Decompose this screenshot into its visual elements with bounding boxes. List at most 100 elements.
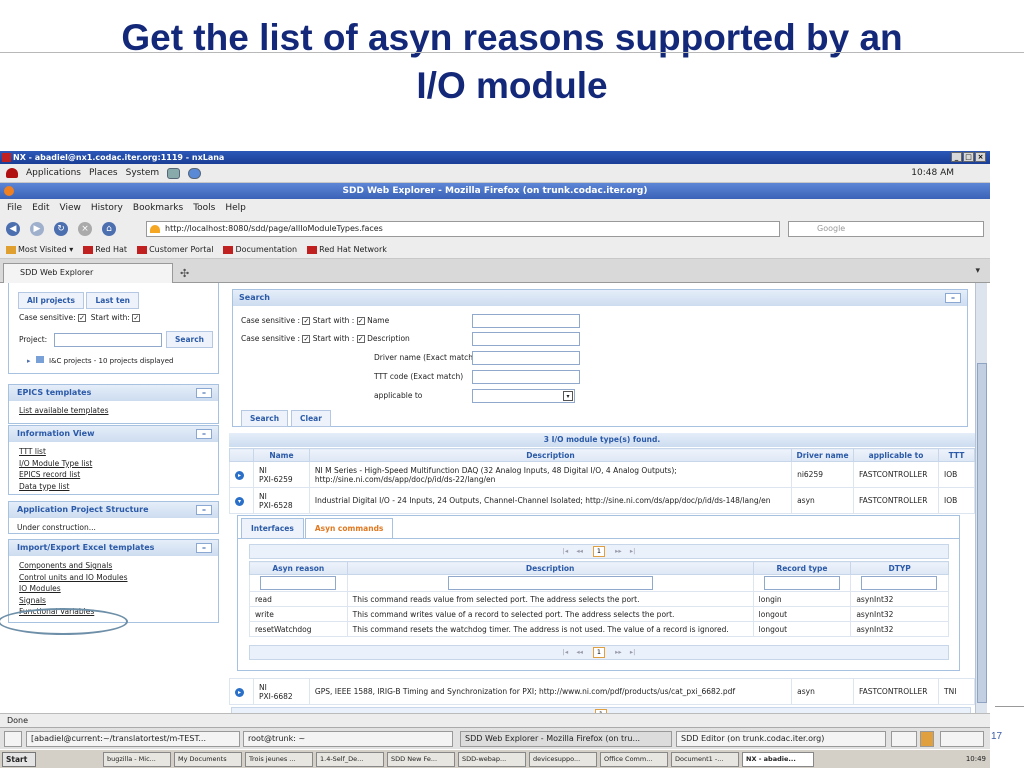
- menu-edit[interactable]: Edit: [32, 203, 49, 213]
- win-task-nx[interactable]: NX - abadie...: [742, 752, 814, 767]
- start-button[interactable]: Start: [2, 752, 36, 767]
- win-task-office-comm[interactable]: Office Comm...: [600, 752, 668, 767]
- scrollbar-thumb[interactable]: [977, 363, 987, 703]
- table-row[interactable]: ▸ NI PXI-6259 NI M Series - High-Speed Mu…: [229, 461, 975, 488]
- ttt-input[interactable]: [472, 370, 580, 384]
- search-button[interactable]: Search: [241, 410, 289, 427]
- task-firefox[interactable]: SDD Web Explorer - Mozilla Firefox (on t…: [460, 731, 672, 747]
- project-search-button[interactable]: Search: [165, 331, 214, 348]
- stop-icon[interactable]: ×: [78, 222, 92, 236]
- browser-launcher-icon[interactable]: [188, 167, 202, 179]
- next-page-icon[interactable]: ▸▸: [615, 547, 622, 555]
- next-page-icon[interactable]: ▸▸: [615, 648, 622, 656]
- win-task-my-documents[interactable]: My Documents: [174, 752, 242, 767]
- table-row[interactable]: ▾ NI PXI-6528 Industrial Digital I/O - 24…: [229, 487, 975, 514]
- signals-link[interactable]: Signals: [19, 595, 208, 607]
- win-task-sdd-new[interactable]: SDD New Fe...: [387, 752, 455, 767]
- column-description[interactable]: Description: [308, 448, 793, 462]
- projects-tree-item[interactable]: I&C projects - 10 projects displayed: [49, 357, 173, 365]
- windows-clock[interactable]: 10:49: [966, 752, 986, 767]
- last-ten-button[interactable]: Last ten: [86, 292, 139, 309]
- first-page-icon[interactable]: |◂: [563, 547, 568, 555]
- tree-expand-icon[interactable]: ▸: [27, 357, 31, 365]
- minimize-icon[interactable]: _: [951, 152, 962, 162]
- forward-icon[interactable]: ▶: [30, 222, 44, 236]
- url-bar[interactable]: http://localhost:8080/sdd/page/allIoModu…: [146, 221, 780, 237]
- all-projects-button[interactable]: All projects: [18, 292, 84, 309]
- workspace-switcher[interactable]: [940, 731, 984, 747]
- table-row[interactable]: read This command reads value from selec…: [249, 591, 949, 607]
- name-start-with-checkbox[interactable]: ✓: [356, 317, 365, 325]
- column-record-type[interactable]: Record type: [752, 561, 852, 575]
- tab-asyn-commands[interactable]: Asyn commands: [304, 518, 394, 538]
- components-signals-link[interactable]: Components and Signals: [19, 560, 208, 572]
- expand-row-icon[interactable]: ▸: [235, 687, 244, 697]
- table-row[interactable]: ▸ NI PXI-6682 GPS, IEEE 1588, IRIG-B Timi…: [229, 678, 975, 705]
- last-page-icon[interactable]: ▸|: [630, 648, 635, 656]
- web-search-input[interactable]: Google: [788, 221, 984, 237]
- column-ttt[interactable]: TTT: [938, 448, 975, 462]
- collapse-icon[interactable]: –: [945, 293, 961, 303]
- close-icon[interactable]: ×: [975, 152, 986, 162]
- table-row[interactable]: resetWatchdog This command resets the wa…: [249, 621, 949, 637]
- project-search-input[interactable]: [53, 333, 162, 347]
- dtyp-filter[interactable]: [861, 576, 938, 590]
- new-tab-icon[interactable]: ✣: [180, 267, 189, 280]
- applicable-select[interactable]: ▾: [472, 389, 575, 403]
- win-task-bugzilla[interactable]: bugzilla - Mic...: [103, 752, 171, 767]
- win-task-document1[interactable]: Document1 -...: [671, 752, 739, 767]
- menu-view[interactable]: View: [60, 203, 81, 213]
- expand-row-icon[interactable]: ▸: [235, 470, 244, 480]
- asyn-reason-filter[interactable]: [260, 576, 336, 590]
- column-asyn-reason[interactable]: Asyn reason: [249, 561, 348, 575]
- collapse-icon[interactable]: –: [196, 388, 212, 398]
- column-dtyp[interactable]: DTYP: [850, 561, 949, 575]
- collapse-icon[interactable]: –: [196, 505, 212, 515]
- menu-applications[interactable]: Applications: [26, 168, 81, 178]
- reload-icon[interactable]: ↻: [54, 222, 68, 236]
- ttt-list-link[interactable]: TTT list: [19, 446, 208, 458]
- tab-list-icon[interactable]: ▾: [975, 266, 980, 276]
- prev-page-icon[interactable]: ◂◂: [576, 648, 583, 656]
- maximize-icon[interactable]: □: [963, 152, 974, 162]
- task-terminal-2[interactable]: root@trunk: ~: [243, 731, 453, 747]
- current-page[interactable]: 1: [593, 647, 605, 658]
- menu-history[interactable]: History: [91, 203, 123, 213]
- firefox-tray-icon[interactable]: [920, 731, 934, 747]
- column-applicable-to[interactable]: applicable to: [853, 448, 939, 462]
- table-row[interactable]: write This command writes value of a rec…: [249, 606, 949, 622]
- bookmark-redhat[interactable]: Red Hat: [83, 245, 127, 254]
- bookmark-redhat-network[interactable]: Red Hat Network: [307, 245, 387, 254]
- gnome-clock[interactable]: 10:48 AM: [911, 168, 954, 178]
- io-modules-link[interactable]: IO Modules: [19, 583, 208, 595]
- prev-page-icon[interactable]: ◂◂: [576, 547, 583, 555]
- collapse-icon[interactable]: –: [196, 543, 212, 553]
- tab-interfaces[interactable]: Interfaces: [241, 518, 304, 538]
- column-driver-name[interactable]: Driver name: [791, 448, 855, 462]
- home-icon[interactable]: ⌂: [102, 222, 116, 236]
- collapse-row-icon[interactable]: ▾: [235, 496, 244, 506]
- win-task-devicesupport[interactable]: devicesuppo...: [529, 752, 597, 767]
- win-task-self-de[interactable]: 1.4-Self_De...: [316, 752, 384, 767]
- first-page-icon[interactable]: |◂: [563, 648, 568, 656]
- task-sdd-editor[interactable]: SDD Editor (on trunk.codac.iter.org): [676, 731, 886, 747]
- workspace-icon[interactable]: [891, 731, 917, 747]
- menu-tools[interactable]: Tools: [193, 203, 215, 213]
- case-sensitive-checkbox[interactable]: ✓: [78, 314, 86, 322]
- menu-file[interactable]: File: [7, 203, 22, 213]
- win-task-sdd-webapp[interactable]: SDD-webap...: [458, 752, 526, 767]
- page-scrollbar[interactable]: [975, 283, 987, 713]
- menu-system[interactable]: System: [126, 168, 160, 178]
- bookmark-most-visited[interactable]: Most Visited ▾: [6, 245, 73, 254]
- list-templates-link[interactable]: List available templates: [19, 405, 208, 417]
- epics-record-list-link[interactable]: EPICS record list: [19, 469, 208, 481]
- win-task-trois-jeunes[interactable]: Trois jeunes ...: [245, 752, 313, 767]
- show-desktop-icon[interactable]: [4, 731, 22, 747]
- control-units-link[interactable]: Control units and IO Modules: [19, 572, 208, 584]
- desc-case-sensitive-checkbox[interactable]: ✓: [302, 335, 311, 343]
- last-page-icon[interactable]: ▸|: [630, 547, 635, 555]
- io-module-type-list-link[interactable]: I/O Module Type list: [19, 458, 208, 470]
- name-input[interactable]: [472, 314, 580, 328]
- tab-sdd-web-explorer[interactable]: SDD Web Explorer: [3, 263, 173, 283]
- column-name[interactable]: Name: [252, 448, 310, 462]
